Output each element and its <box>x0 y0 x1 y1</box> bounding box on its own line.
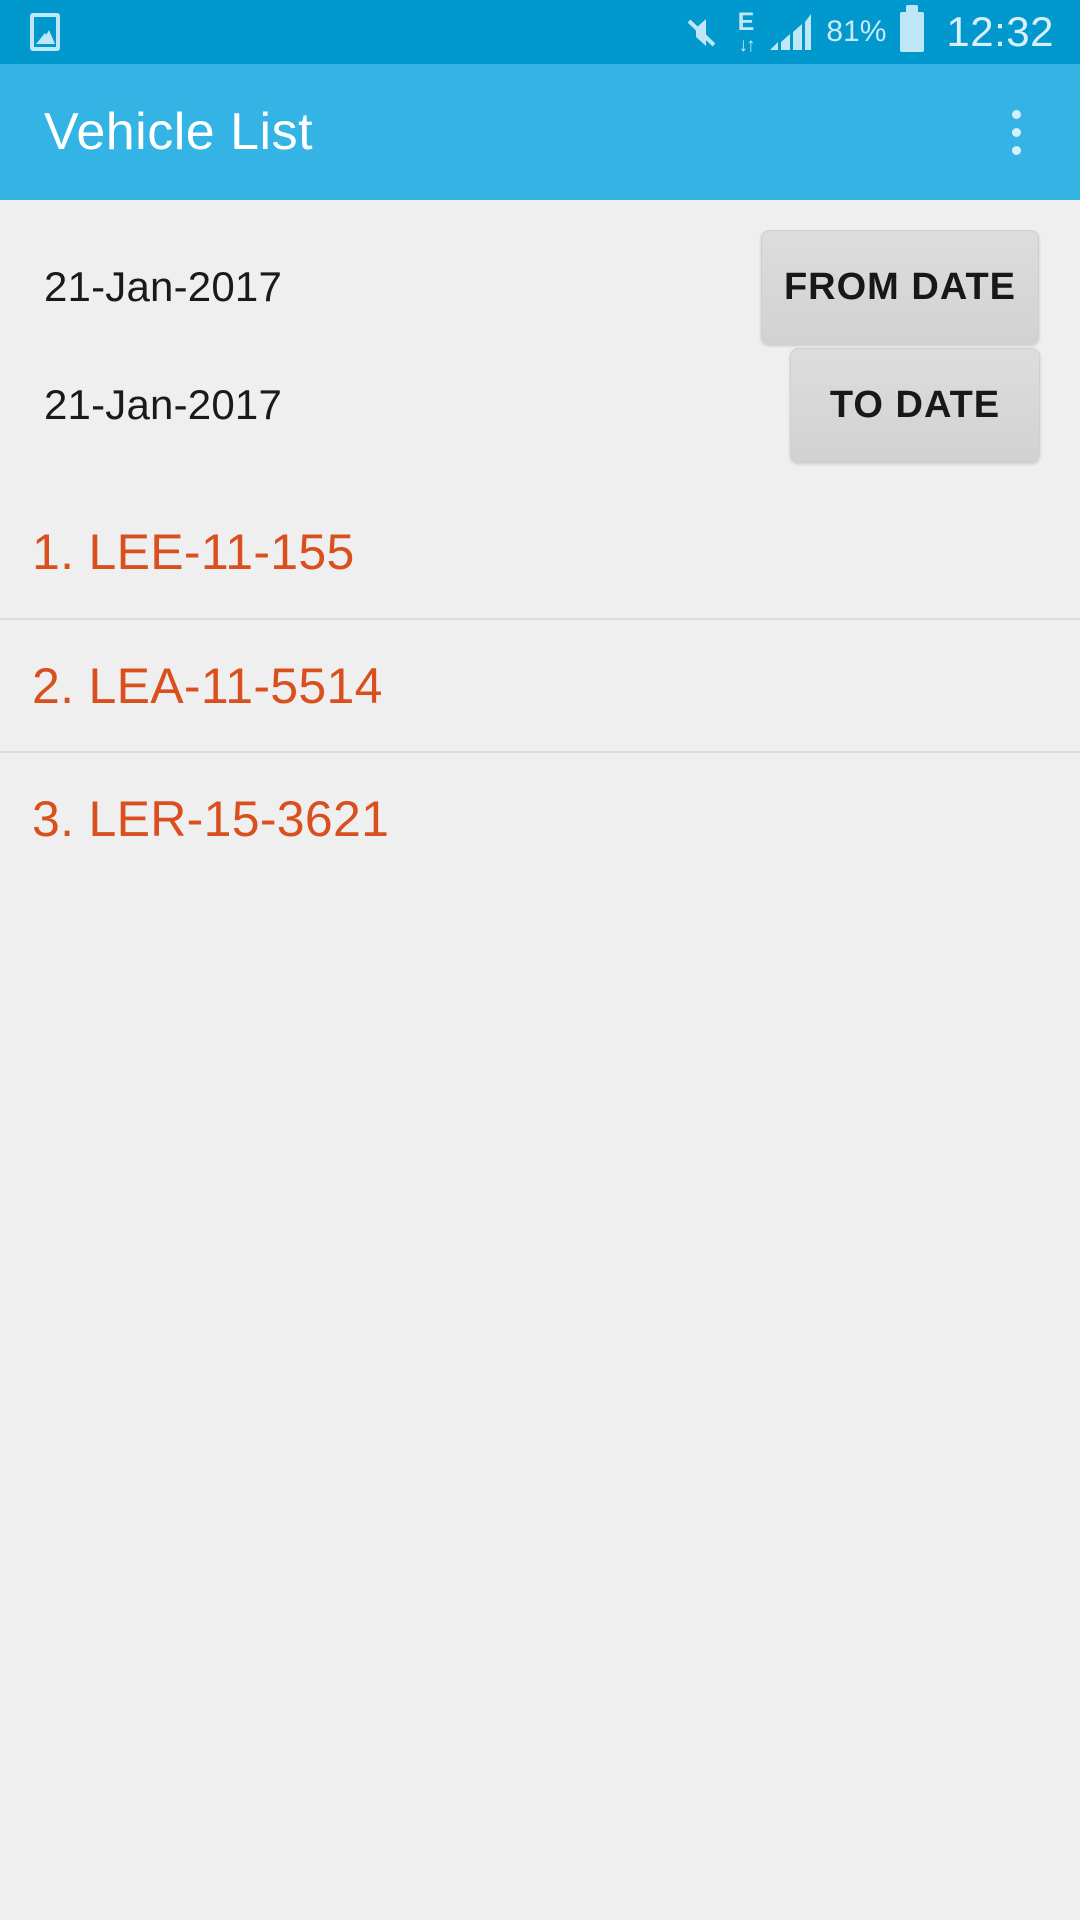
battery-percent-label: 81% <box>826 15 887 48</box>
mute-icon <box>687 19 716 47</box>
list-item[interactable]: 2. LEA-11-5514 <box>0 618 1080 751</box>
page-title: Vehicle List <box>44 103 314 161</box>
from-date-value: 21-Jan-2017 <box>44 263 283 310</box>
edge-arrows: ↓↑ <box>738 34 756 56</box>
from-date-button[interactable]: FROM DATE <box>761 230 1039 344</box>
edge-letter: E <box>737 7 755 36</box>
list-item[interactable]: 3. LER-15-3621 <box>0 751 1080 884</box>
status-bar: E ↓↑ 81% 12:32 <box>0 0 1080 64</box>
app-bar: Vehicle List <box>0 64 1080 200</box>
vehicle-label: 2. LEA-11-5514 <box>32 657 383 714</box>
to-date-row: 21-Jan-2017 TO DATE <box>0 348 1080 462</box>
clock-label: 12:32 <box>946 8 1054 55</box>
overflow-dot <box>1011 145 1021 155</box>
list-item[interactable]: 1. LEE-11-155 <box>0 485 1080 618</box>
overflow-menu-icon[interactable] <box>986 87 1046 177</box>
signal-icon <box>770 14 812 50</box>
edge-data-icon: E ↓↑ <box>737 7 756 56</box>
vehicle-label: 1. LEE-11-155 <box>32 523 355 580</box>
overflow-dot <box>1011 109 1021 119</box>
overflow-dot <box>1011 127 1021 137</box>
to-date-button[interactable]: TO DATE <box>790 348 1040 462</box>
screenshot-icon <box>30 13 60 51</box>
status-bar-left <box>30 13 60 51</box>
battery-icon <box>900 5 925 52</box>
content-area: 21-Jan-2017 FROM DATE 21-Jan-2017 TO DAT… <box>0 200 1080 1920</box>
from-date-row: 21-Jan-2017 FROM DATE <box>0 230 1080 344</box>
vehicle-label: 3. LER-15-3621 <box>32 790 390 847</box>
vehicle-list: 1. LEE-11-155 2. LEA-11-5514 3. LER-15-3… <box>0 485 1080 884</box>
status-bar-right: E ↓↑ 81% 12:32 <box>684 5 1054 56</box>
to-date-value: 21-Jan-2017 <box>44 381 283 428</box>
phone-screen: E ↓↑ 81% 12:32 Vehicle List 21-Jan-2017 <box>0 0 1080 1920</box>
